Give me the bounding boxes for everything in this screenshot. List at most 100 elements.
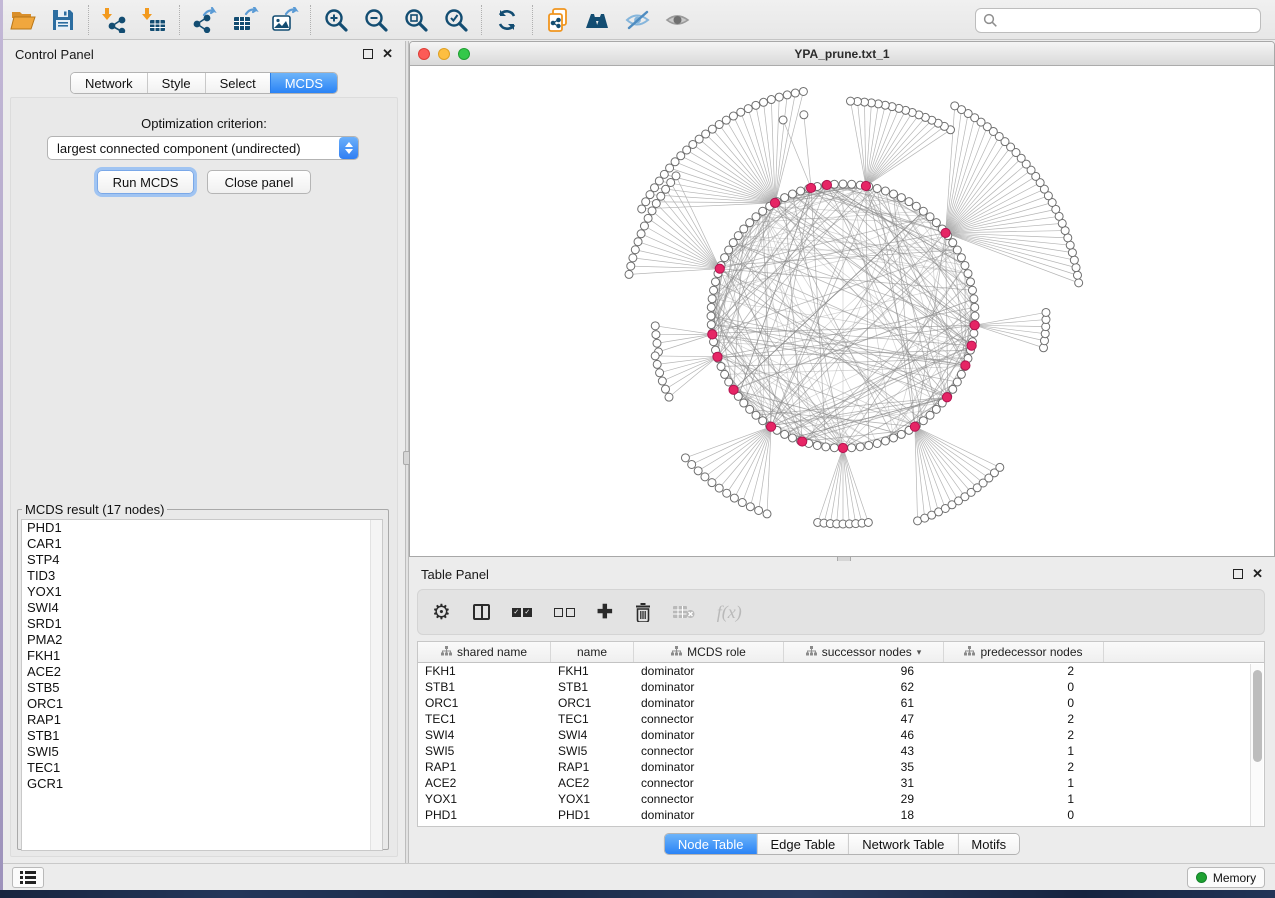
graph-node[interactable] [717, 363, 725, 371]
result-node-item[interactable]: PMA2 [22, 632, 382, 648]
graph-dominator-node[interactable] [798, 437, 807, 446]
table-cell[interactable]: SWI5 [418, 743, 551, 759]
graph-dominator-node[interactable] [967, 341, 976, 350]
graph-leaf-node[interactable] [1073, 271, 1081, 279]
table-row[interactable]: FKH1FKH1dominator962 [418, 663, 1264, 679]
graph-node[interactable] [707, 312, 715, 320]
graph-node[interactable] [725, 246, 733, 254]
graph-leaf-node[interactable] [723, 489, 731, 497]
table-cell[interactable]: dominator [634, 727, 784, 743]
add-column-icon[interactable]: ✚ [597, 601, 613, 624]
graph-leaf-node[interactable] [652, 199, 660, 207]
tab-style[interactable]: Style [147, 73, 205, 93]
graph-leaf-node[interactable] [737, 108, 745, 116]
graph-node[interactable] [890, 434, 898, 442]
graph-leaf-node[interactable] [755, 506, 763, 514]
graph-node[interactable] [839, 180, 847, 188]
table-cell[interactable]: dominator [634, 807, 784, 823]
column-header-MCDS-role[interactable]: MCDS role [634, 642, 784, 662]
graph-node[interactable] [971, 312, 979, 320]
table-cell[interactable]: ORC1 [551, 695, 634, 711]
graph-leaf-node[interactable] [791, 89, 799, 97]
graph-leaf-node[interactable] [631, 246, 639, 254]
result-node-item[interactable]: RAP1 [22, 712, 382, 728]
table-cell[interactable]: 2 [944, 663, 1104, 679]
network-window-titlebar[interactable]: YPA_prune.txt_1 [410, 42, 1274, 66]
export-network-icon[interactable] [185, 3, 225, 37]
graph-leaf-node[interactable] [701, 473, 709, 481]
tab-network-table[interactable]: Network Table [848, 834, 957, 854]
graph-dominator-node[interactable] [767, 422, 776, 431]
table-row[interactable]: ORC1ORC1dominator610 [418, 695, 1264, 711]
graph-node[interactable] [957, 370, 965, 378]
graph-leaf-node[interactable] [951, 102, 959, 110]
float-panel-icon[interactable] [1233, 569, 1243, 579]
graph-node[interactable] [746, 219, 754, 227]
table-row[interactable]: SWI4SWI4dominator462 [418, 727, 1264, 743]
graph-leaf-node[interactable] [708, 479, 716, 487]
graph-node[interactable] [848, 180, 856, 188]
first-neighbors-icon[interactable] [578, 3, 618, 37]
table-cell[interactable]: 2 [944, 759, 1104, 775]
table-cell[interactable]: PHD1 [551, 807, 634, 823]
graph-node[interactable] [873, 440, 881, 448]
graph-leaf-node[interactable] [646, 191, 654, 199]
table-cell[interactable]: SWI4 [551, 727, 634, 743]
table-row[interactable]: SWI5SWI5connector431 [418, 743, 1264, 759]
import-network-icon[interactable] [94, 3, 134, 37]
table-cell[interactable]: 47 [784, 711, 944, 727]
result-node-item[interactable]: STP4 [22, 552, 382, 568]
result-node-item[interactable]: YOX1 [22, 584, 382, 600]
graph-node[interactable] [856, 443, 864, 451]
hide-selected-eye-slash-icon[interactable] [618, 3, 658, 37]
graph-node[interactable] [848, 444, 856, 452]
graph-leaf-node[interactable] [648, 207, 656, 215]
table-cell[interactable]: 46 [784, 727, 944, 743]
graph-node[interactable] [752, 213, 760, 221]
graph-leaf-node[interactable] [656, 369, 664, 377]
graph-dominator-node[interactable] [770, 198, 779, 207]
table-cell[interactable]: 18 [784, 807, 944, 823]
delete-column-trash-icon[interactable] [635, 603, 651, 622]
tab-select[interactable]: Select [205, 73, 270, 93]
network-canvas[interactable] [410, 66, 1274, 556]
zoom-out-icon[interactable] [356, 3, 396, 37]
graph-leaf-node[interactable] [744, 105, 752, 113]
graph-node[interactable] [873, 184, 881, 192]
graph-dominator-node[interactable] [861, 181, 870, 190]
graph-node[interactable] [971, 303, 979, 311]
graph-dominator-node[interactable] [961, 361, 970, 370]
zoom-in-icon[interactable] [316, 3, 356, 37]
graph-leaf-node[interactable] [722, 116, 730, 124]
graph-node[interactable] [734, 232, 742, 240]
graph-leaf-node[interactable] [1075, 279, 1083, 287]
table-cell[interactable]: YOX1 [551, 791, 634, 807]
table-cell[interactable]: 61 [784, 695, 944, 711]
table-cell[interactable]: 1 [944, 775, 1104, 791]
graph-node[interactable] [729, 239, 737, 247]
graph-leaf-node[interactable] [681, 454, 689, 462]
graph-leaf-node[interactable] [1066, 241, 1074, 249]
graph-leaf-node[interactable] [642, 198, 650, 206]
column-header-shared-name[interactable]: shared name [418, 642, 551, 662]
table-cell[interactable]: 29 [784, 791, 944, 807]
graph-node[interactable] [865, 441, 873, 449]
result-node-item[interactable]: PHD1 [22, 520, 382, 536]
scrollbar-thumb[interactable] [1253, 670, 1262, 762]
graph-leaf-node[interactable] [627, 262, 635, 270]
table-cell[interactable]: STB1 [551, 679, 634, 695]
result-node-item[interactable]: FKH1 [22, 648, 382, 664]
table-cell[interactable]: TEC1 [551, 711, 634, 727]
tab-network[interactable]: Network [71, 73, 147, 93]
result-node-item[interactable]: STB5 [22, 680, 382, 696]
graph-leaf-node[interactable] [738, 499, 746, 507]
table-cell[interactable]: dominator [634, 663, 784, 679]
close-panel-icon[interactable]: ✕ [1252, 569, 1263, 579]
graph-leaf-node[interactable] [638, 205, 646, 213]
table-cell[interactable]: ACE2 [418, 775, 551, 791]
graph-dominator-node[interactable] [729, 385, 738, 394]
graph-node[interactable] [813, 441, 821, 449]
graph-node[interactable] [752, 411, 760, 419]
import-table-icon[interactable] [134, 3, 174, 37]
graph-leaf-node[interactable] [799, 87, 807, 95]
